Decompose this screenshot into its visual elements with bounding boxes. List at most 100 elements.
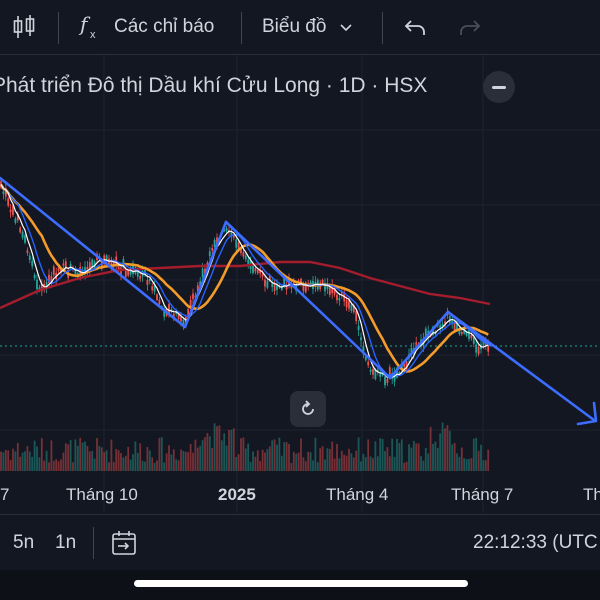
price-chart[interactable] xyxy=(0,55,600,513)
reset-chart-button[interactable] xyxy=(290,391,326,427)
volume-bar xyxy=(456,453,458,471)
volume-bar xyxy=(206,433,209,471)
volume-bar xyxy=(422,460,425,471)
volume-bar xyxy=(165,453,168,471)
candle xyxy=(146,279,149,285)
candle xyxy=(156,294,158,301)
candle xyxy=(271,283,274,288)
volume-bar xyxy=(326,448,329,471)
volume-bar xyxy=(465,459,468,471)
svg-text:x: x xyxy=(90,29,96,41)
volume-bar xyxy=(319,448,322,471)
volume-bar xyxy=(43,460,46,471)
redo-button[interactable] xyxy=(458,0,482,54)
volume-bar xyxy=(312,460,314,471)
volume-bar xyxy=(343,454,346,471)
volume-bar xyxy=(302,457,305,471)
volume-bar xyxy=(177,460,180,471)
range-1d-button[interactable]: 1n xyxy=(55,515,76,571)
volume-bar xyxy=(153,462,156,471)
volume-bar xyxy=(460,447,463,471)
candle xyxy=(57,268,60,271)
candle xyxy=(7,198,10,206)
chart-type-label: Biểu đồ xyxy=(262,16,327,37)
candle xyxy=(261,273,264,277)
volume-bar xyxy=(384,451,386,471)
candle xyxy=(64,261,67,268)
volume-bar xyxy=(345,455,348,471)
chart-canvas[interactable] xyxy=(0,55,600,513)
volume-bar xyxy=(230,429,233,471)
volume-bar xyxy=(160,437,163,471)
volume-bar xyxy=(139,443,142,471)
candle xyxy=(9,209,12,213)
volume-bar xyxy=(410,447,413,471)
clock-timezone[interactable]: 22:12:33 (UTC xyxy=(473,515,598,571)
candle xyxy=(350,304,353,311)
volume-bar xyxy=(259,461,262,471)
volume-bar xyxy=(314,437,317,471)
volume-bar xyxy=(74,439,77,471)
volume-bar xyxy=(129,459,132,471)
candles xyxy=(0,179,490,389)
candle xyxy=(256,269,259,274)
undo-button[interactable] xyxy=(403,0,427,54)
volume-bar xyxy=(19,456,22,471)
volume-bar xyxy=(429,426,432,471)
volume-bar xyxy=(372,458,374,471)
volume-bar xyxy=(336,443,338,471)
volume-bar xyxy=(45,450,48,471)
volume-bar xyxy=(182,450,185,471)
volume-bar xyxy=(331,441,334,471)
volume-bar xyxy=(374,441,377,471)
volume-bar xyxy=(33,440,36,471)
volume-bar xyxy=(52,460,55,471)
range-5d-button[interactable]: 5n xyxy=(13,515,34,571)
candle xyxy=(369,369,372,372)
candle xyxy=(460,332,463,335)
go-to-date-button[interactable] xyxy=(110,515,138,571)
collapse-legend-button[interactable] xyxy=(483,71,515,103)
volume-bar xyxy=(283,442,286,471)
volume-bar xyxy=(352,457,355,471)
volume-bar xyxy=(172,449,175,471)
candle xyxy=(348,300,350,309)
volume-bar xyxy=(204,437,206,471)
volume-bar xyxy=(98,445,101,471)
volume-bar xyxy=(72,462,74,471)
candle xyxy=(14,218,17,223)
candle xyxy=(24,235,26,243)
volume-bar xyxy=(453,442,456,471)
candle xyxy=(254,268,257,272)
volume-bar xyxy=(249,461,252,471)
range-1d-label: 1n xyxy=(55,532,77,553)
volume-bar xyxy=(280,455,283,471)
x-axis-label: Tháng 7 xyxy=(451,485,514,504)
volume-bar xyxy=(408,444,410,471)
volume-bar xyxy=(7,450,10,471)
volume-bar xyxy=(388,456,391,471)
volume-bar xyxy=(225,445,228,471)
candle xyxy=(379,373,382,377)
candle xyxy=(367,361,370,366)
volume-bar xyxy=(40,438,43,471)
volume-bar xyxy=(180,449,182,471)
volume-bar xyxy=(468,458,470,471)
volume-bar xyxy=(81,442,84,471)
volume-bar xyxy=(472,438,475,471)
volume-bar xyxy=(16,442,19,471)
chart-type-dropdown[interactable]: Biểu đồ xyxy=(262,0,354,54)
candle xyxy=(33,275,36,279)
clock-label: 22:12:33 (UTC xyxy=(473,532,598,553)
volume-bar xyxy=(405,461,408,471)
indicators-button[interactable]: f x Các chỉ báo xyxy=(78,0,214,54)
volume-bar xyxy=(110,439,113,471)
volume-bar xyxy=(12,448,14,471)
volume-bar xyxy=(364,457,367,471)
volume-bar xyxy=(9,459,12,471)
candle xyxy=(321,280,324,284)
candles-button[interactable] xyxy=(12,0,36,54)
volume-bar xyxy=(333,458,336,471)
volume-bar xyxy=(170,454,173,471)
volume-bar xyxy=(379,438,382,471)
